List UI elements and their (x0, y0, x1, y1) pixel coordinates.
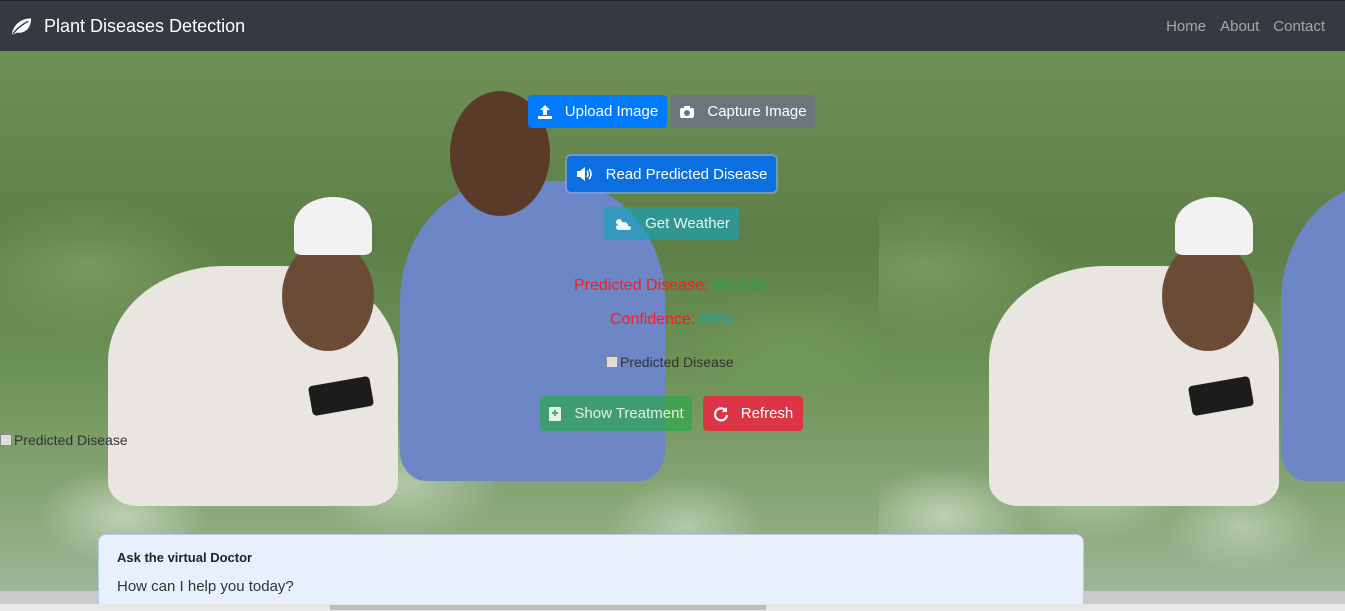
chat-message: How can I help you today? (117, 578, 294, 595)
volume-icon (576, 167, 592, 181)
farmer-figure (1281, 181, 1345, 481)
confidence-label: Confidence: (610, 311, 696, 328)
nav-links: Home About Contact (1166, 18, 1325, 35)
predicted-disease-value: Healthy (712, 277, 767, 294)
background-image (0, 51, 879, 591)
upload-icon (537, 104, 552, 119)
read-predicted-disease-label: Read Predicted Disease (605, 165, 768, 183)
leaf-icon (11, 18, 32, 35)
predicted-disease-image-2: Predicted Disease (0, 432, 128, 448)
nav-about[interactable]: About (1220, 18, 1259, 35)
farmer-head (1162, 241, 1254, 351)
show-treatment-label: Show Treatment (574, 405, 684, 422)
navbar: Plant Diseases Detection Home About Cont… (0, 0, 1345, 51)
brand[interactable]: Plant Diseases Detection (10, 16, 245, 37)
upload-image-button[interactable]: Upload Image (528, 95, 667, 128)
predicted-disease-result: Predicted Disease: Healthy (574, 277, 767, 295)
scrollbar-thumb[interactable] (330, 605, 766, 610)
brand-title: Plant Diseases Detection (44, 15, 246, 36)
predicted-disease-label: Predicted Disease: (574, 277, 709, 294)
predicted-disease-image-alt: Predicted Disease (620, 354, 734, 370)
confidence-value: 85% (699, 311, 732, 328)
show-treatment-button[interactable]: Show Treatment (540, 396, 692, 431)
treatment-icon (549, 406, 562, 421)
predicted-disease-image: Predicted Disease (606, 354, 734, 370)
chat-title: Ask the virtual Doctor (117, 550, 253, 565)
virtual-doctor-chat[interactable]: Ask the virtual Doctor How can I help yo… (98, 534, 1084, 611)
nav-home[interactable]: Home (1166, 18, 1206, 35)
get-weather-label: Get Weather (645, 215, 730, 232)
get-weather-button[interactable]: Get Weather (604, 207, 739, 240)
refresh-icon (713, 406, 728, 421)
refresh-button[interactable]: Refresh (703, 396, 803, 431)
refresh-label: Refresh (740, 405, 794, 422)
background-image-repeat (879, 51, 1345, 591)
capture-image-label: Capture Image (707, 103, 807, 120)
broken-image-icon (606, 356, 618, 368)
cloud-sun-icon (616, 218, 632, 230)
nav-contact[interactable]: Contact (1273, 18, 1325, 35)
read-predicted-disease-button[interactable]: Read Predicted Disease (567, 156, 776, 192)
camera-icon (680, 105, 695, 118)
capture-image-button[interactable]: Capture Image (671, 95, 815, 128)
predicted-disease-image-alt-2: Predicted Disease (14, 432, 128, 448)
confidence-result: Confidence: 85% (610, 311, 732, 329)
farmer-cap (294, 197, 372, 255)
farmer-head (282, 241, 374, 351)
farmer-cap (1175, 197, 1253, 255)
broken-image-icon (0, 434, 12, 446)
upload-image-label: Upload Image (564, 103, 659, 120)
